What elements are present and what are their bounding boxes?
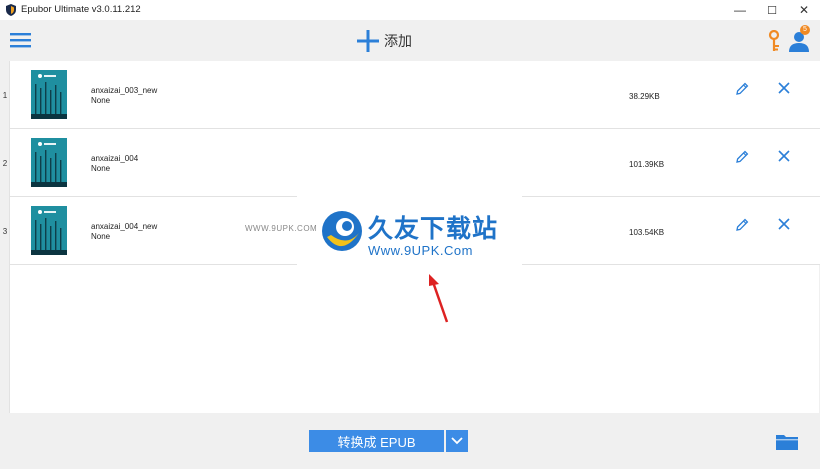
watermark-small-url: WWW.9UPK.COM bbox=[245, 224, 318, 233]
minimize-button[interactable]: — bbox=[724, 0, 756, 20]
remove-book-close-icon[interactable] bbox=[778, 82, 790, 94]
book-title: anxaizai_004_new bbox=[91, 222, 158, 231]
book-author: None bbox=[91, 164, 111, 173]
red-arrow-icon bbox=[429, 274, 449, 323]
book-file-size: 38.29KB bbox=[629, 92, 660, 101]
app-logo-icon bbox=[6, 4, 16, 16]
book-cover-image bbox=[31, 70, 67, 119]
watermark-chinese-text: 久友下载站 bbox=[368, 214, 499, 243]
format-dropdown-button[interactable] bbox=[446, 430, 468, 452]
book-cover-image bbox=[31, 206, 67, 255]
book-row[interactable]: 1 anxaizai_003_new None 38.29KB bbox=[3, 61, 820, 129]
edit-pencil-icon[interactable] bbox=[735, 82, 749, 96]
window-title: Epubor Ultimate v3.0.11.212 bbox=[21, 4, 141, 15]
book-file-size: 103.54KB bbox=[629, 228, 665, 237]
book-file-size: 101.39KB bbox=[629, 160, 665, 169]
key-icon[interactable] bbox=[766, 30, 782, 52]
add-label: 添加 bbox=[384, 33, 412, 49]
chevron-down-icon bbox=[451, 437, 463, 445]
remove-book-close-icon[interactable] bbox=[778, 150, 790, 162]
watermark-logo-icon bbox=[322, 211, 362, 251]
folder-icon[interactable] bbox=[776, 433, 798, 450]
book-author: None bbox=[91, 232, 111, 241]
close-window-button[interactable]: ✕ bbox=[788, 0, 820, 20]
hamburger-menu-icon[interactable] bbox=[10, 32, 31, 48]
edit-pencil-icon[interactable] bbox=[735, 218, 749, 232]
bottom-bar: 转换成 EPUB bbox=[0, 416, 820, 469]
book-row[interactable]: 2 anxaizai_004 None 101.39KB bbox=[3, 129, 820, 197]
title-bar: Epubor Ultimate v3.0.11.212 — ☐ ✕ bbox=[0, 0, 820, 20]
plus-icon bbox=[357, 30, 379, 52]
maximize-button[interactable]: ☐ bbox=[756, 0, 788, 20]
remove-book-close-icon[interactable] bbox=[778, 218, 790, 230]
edit-pencil-icon[interactable] bbox=[735, 150, 749, 164]
toolbar: 添加 5 bbox=[0, 20, 820, 61]
notification-badge: 5 bbox=[800, 25, 810, 35]
watermark-url: Www.9UPK.Com bbox=[368, 243, 473, 258]
book-title: anxaizai_004 bbox=[91, 154, 139, 163]
book-title: anxaizai_003_new bbox=[91, 86, 158, 95]
book-author: None bbox=[91, 96, 111, 105]
row-index: 2 bbox=[2, 159, 8, 168]
row-index: 1 bbox=[2, 91, 8, 100]
convert-button[interactable]: 转换成 EPUB bbox=[309, 430, 444, 452]
row-index: 3 bbox=[2, 227, 8, 236]
add-button[interactable]: 添加 bbox=[356, 29, 412, 53]
book-cover-image bbox=[31, 138, 67, 187]
